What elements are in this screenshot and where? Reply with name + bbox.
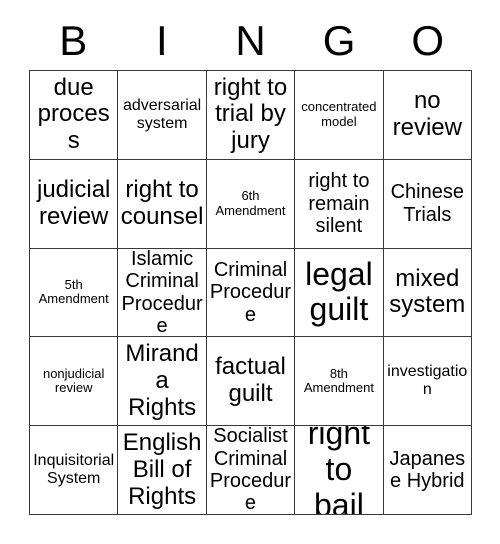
bingo-cell-label: Socialist Criminal Procedure	[209, 426, 292, 515]
bingo-header-letter-n: N	[235, 17, 266, 64]
bingo-cell[interactable]: adversarial system	[118, 71, 207, 160]
bingo-cell-label: Chinese Trials	[390, 181, 464, 226]
bingo-cell[interactable]: right to bail	[295, 426, 384, 515]
bingo-cell-label: nonjudicial review	[42, 365, 105, 396]
bingo-cell[interactable]: Islamic Criminal Procedure	[118, 248, 207, 338]
bingo-cell[interactable]: right to counsel	[118, 159, 207, 249]
bingo-cell[interactable]: English Bill of Rights	[118, 426, 207, 515]
bingo-cell[interactable]: due process	[30, 71, 119, 160]
bingo-cell-label: legal guilt	[305, 255, 373, 328]
bingo-grid: due process adversarial system right to …	[29, 70, 472, 515]
bingo-cell[interactable]: Miranda Rights	[118, 337, 207, 427]
bingo-cell[interactable]: nonjudicial review	[30, 337, 119, 427]
bingo-cell[interactable]: legal guilt	[295, 248, 384, 338]
bingo-cell-label: judicial review	[37, 175, 111, 230]
bingo-cell-label: right to counsel	[120, 175, 204, 230]
bingo-cell-label: right to trial by jury	[213, 73, 288, 155]
bingo-cell[interactable]: investigation	[383, 337, 472, 427]
bingo-cell-label: due process	[37, 73, 110, 155]
bingo-header-letter-g: G	[322, 17, 356, 64]
bingo-header-letter-i: I	[156, 17, 168, 64]
bingo-cell-label: Criminal Procedure	[209, 258, 292, 326]
bingo-cell[interactable]: 5th Amendment	[30, 248, 119, 338]
bingo-cell-label: concentrated model	[301, 99, 377, 129]
bingo-cell-label: right to remain silent	[308, 170, 370, 237]
bingo-cell[interactable]: Criminal Procedure	[206, 248, 296, 338]
bingo-cell-label: factual guilt	[215, 353, 286, 408]
bingo-cell[interactable]: no review	[383, 71, 472, 160]
bingo-cell[interactable]: concentrated model	[295, 71, 384, 160]
bingo-cell[interactable]: Chinese Trials	[383, 159, 472, 249]
bingo-header-row: B I N G O	[29, 12, 472, 70]
bingo-header-letter-o: O	[411, 17, 444, 64]
bingo-cell-label: right to bail	[307, 426, 371, 515]
bingo-cell[interactable]: 8th Amendment	[295, 337, 384, 427]
bingo-cell[interactable]: factual guilt	[206, 337, 296, 427]
bingo-cell-label: investigation	[387, 363, 468, 399]
bingo-card: B I N G O due process adversarial system…	[0, 0, 500, 544]
bingo-cell-label: Islamic Criminal Procedure	[121, 248, 203, 337]
bingo-cell-label: Miranda Rights	[125, 339, 199, 421]
bingo-cell-label: no review	[392, 87, 462, 141]
bingo-cell[interactable]: right to trial by jury	[206, 71, 296, 160]
bingo-header-letter-b: B	[59, 17, 88, 64]
bingo-cell-label: 8th Amendment	[303, 365, 374, 396]
bingo-cell-label: mixed system	[389, 264, 466, 319]
bingo-cell[interactable]: judicial review	[30, 159, 119, 249]
bingo-cell[interactable]: right to remain silent	[295, 159, 384, 249]
bingo-cell-label: English Bill of Rights	[122, 428, 202, 510]
bingo-cell[interactable]: Japanese Hybrid	[383, 426, 472, 515]
bingo-cell-label: Inquisitorial System	[33, 452, 115, 488]
bingo-cell-label: Japanese Hybrid	[389, 447, 466, 493]
bingo-cell-label: 5th Amendment	[38, 276, 109, 307]
bingo-cell-label: adversarial system	[122, 96, 202, 132]
bingo-cell[interactable]: mixed system	[383, 248, 472, 338]
bingo-cell[interactable]: 6th Amendment	[206, 159, 296, 249]
bingo-cell-label: 6th Amendment	[215, 188, 286, 218]
bingo-cell[interactable]: Inquisitorial System	[30, 426, 119, 515]
bingo-cell[interactable]: Socialist Criminal Procedure	[206, 426, 296, 515]
